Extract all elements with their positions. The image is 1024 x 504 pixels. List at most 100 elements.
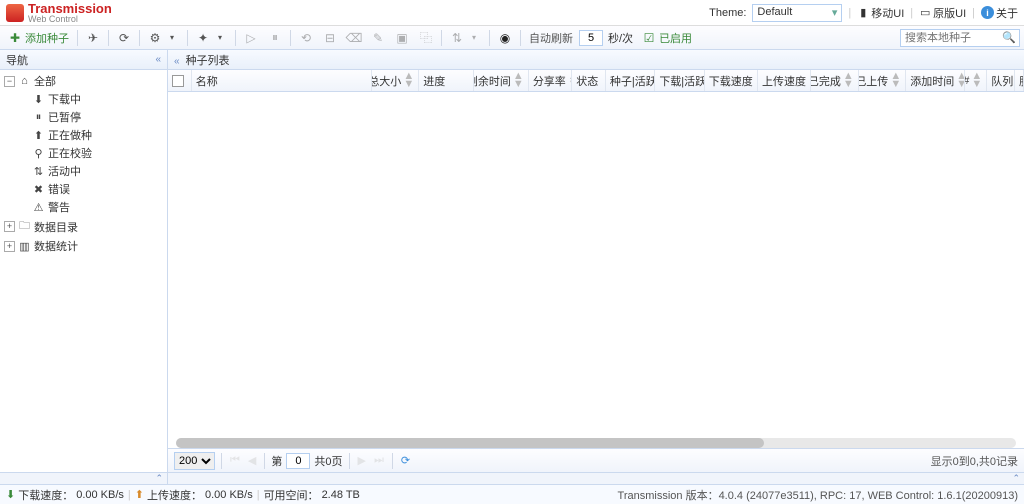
logo-icon [6, 4, 24, 22]
tree-error[interactable]: ✖错误 [0, 180, 167, 198]
tree-downloading[interactable]: ⬇下载中 [0, 90, 167, 108]
page-size-select[interactable]: 200 [174, 452, 215, 470]
grid-body [168, 92, 1024, 448]
grid-title-bar: «种子列表 [168, 50, 1024, 70]
play-icon: ▷ [244, 31, 258, 45]
collapse-left-icon[interactable]: « [174, 56, 180, 67]
home-icon: ⌂ [18, 75, 31, 87]
pause-button[interactable]: ⏸ [264, 29, 286, 47]
col-num[interactable]: #▲▼ [965, 70, 987, 91]
col-peers[interactable]: 下载|活跃 [655, 70, 704, 91]
col-name[interactable]: 名称 [192, 70, 372, 91]
col-server[interactable]: 服务器 [1015, 70, 1024, 91]
expand-icon[interactable]: + [4, 221, 15, 232]
remove-button[interactable]: ⊟ [319, 29, 341, 47]
info-icon: i [981, 6, 994, 19]
mobile-icon: ▮ [857, 7, 869, 19]
collapse-sidebar-icon[interactable]: « [155, 54, 161, 65]
enabled-toggle[interactable]: ☑已启用 [638, 28, 696, 48]
version-info: Transmission 版本：4.0.4 (24077e3511), RPC:… [618, 487, 1018, 503]
sidebar-resize-handle[interactable]: ⌃ [0, 472, 167, 484]
search-box[interactable]: 🔍 [900, 29, 1020, 47]
speed-limit-button[interactable]: ◉ [494, 29, 516, 47]
start-button[interactable]: ✈ [82, 29, 104, 47]
settings-button[interactable]: ⚙▾ [144, 29, 183, 47]
nav-tree: −⌂全部 ⬇下载中 ⏸已暂停 ⬆正在做种 ⚲正在校验 ⇅活动中 ✖错误 ⚠警告 … [0, 70, 167, 472]
expand-icon[interactable]: + [4, 241, 15, 252]
upload-icon: ⬆ [32, 129, 45, 142]
col-ratio[interactable]: 分享率▲▼ [529, 70, 572, 91]
col-queue[interactable]: 队列 [987, 70, 1015, 91]
col-done[interactable]: 已完成▲▼ [811, 70, 858, 91]
sort-icon: ⇅ [450, 31, 464, 45]
col-uploaded[interactable]: 已上传▲▼ [859, 70, 906, 91]
plugin-button[interactable]: ✦▾ [192, 29, 231, 47]
search-icon[interactable]: 🔍 [999, 31, 1019, 44]
tree-data-dir[interactable]: +🗀数据目录 [0, 216, 167, 237]
chart-icon: ▥ [18, 240, 31, 253]
gauge-icon: ◉ [498, 31, 512, 45]
download-icon: ⬇ [32, 93, 45, 106]
col-seeds[interactable]: 种子|活跃 [606, 70, 655, 91]
collapse-icon[interactable]: − [4, 76, 15, 87]
col-progress[interactable]: 进度 [419, 70, 473, 91]
verify-button[interactable]: ⟲ [295, 29, 317, 47]
rename-button[interactable]: ✎ [367, 29, 389, 47]
dl-speed: 0.00 KB/s [76, 489, 124, 501]
next-page-button[interactable]: ▶ [356, 454, 368, 467]
error-icon: ✖ [32, 183, 45, 196]
check-icon: ☑ [642, 31, 656, 45]
copy-button[interactable]: ⿻ [415, 29, 437, 47]
about-link[interactable]: i关于 [981, 5, 1018, 21]
col-added[interactable]: 添加时间▲▼ [906, 70, 965, 91]
prev-page-button[interactable]: ◀ [246, 454, 258, 467]
trash-icon: ⌫ [347, 31, 361, 45]
delete-button[interactable]: ⌫ [343, 29, 365, 47]
col-size[interactable]: 总大小▲▼ [372, 70, 419, 91]
interval-unit: 秒/次 [605, 30, 636, 46]
content-resize-handle[interactable]: ⌃ [168, 472, 1024, 484]
recheck-icon: ⟲ [299, 31, 313, 45]
theme-select[interactable]: Default [752, 4, 842, 22]
pagination: 200 ⏮ ◀ 第 共0页 ▶ ⏭ ⟳ 显示0到0,共0记录 [168, 448, 1024, 472]
select-all-checkbox[interactable] [172, 75, 184, 87]
window-icon: ▭ [919, 7, 931, 19]
search-input[interactable] [901, 32, 999, 44]
mobile-ui-link[interactable]: ▮移动UI [857, 5, 904, 21]
grid-header: 名称 总大小▲▼ 进度 剩余时间▲▼ 分享率▲▼ 状态 种子|活跃 下载|活跃 … [168, 70, 1024, 92]
rocket-icon: ✈ [86, 31, 100, 45]
logo-title: Transmission [28, 2, 112, 15]
reload-button[interactable]: ⟳ [399, 454, 412, 467]
first-page-button[interactable]: ⏮ [228, 454, 242, 467]
last-page-button[interactable]: ⏭ [372, 454, 386, 467]
theme-label: Theme: [709, 7, 746, 19]
refresh-button[interactable]: ⟳ [113, 29, 135, 47]
tree-stats[interactable]: +▥数据统计 [0, 237, 167, 255]
swap-icon: ⇅ [32, 165, 45, 178]
col-ul[interactable]: 上传速度▲▼ [758, 70, 811, 91]
refresh-interval-input[interactable] [579, 30, 603, 46]
page-input[interactable] [286, 453, 310, 469]
play-button[interactable]: ▷ [240, 29, 262, 47]
move-button[interactable]: ▣ [391, 29, 413, 47]
tree-checking[interactable]: ⚲正在校验 [0, 144, 167, 162]
status-bar: ⬇下载速度：0.00 KB/s | ⬆上传速度：0.00 KB/s | 可用空间… [0, 484, 1024, 504]
pause-icon: ⏸ [32, 111, 45, 124]
warning-icon: ⚠ [32, 201, 45, 214]
minus-icon: ⊟ [323, 31, 337, 45]
col-status[interactable]: 状态 [572, 70, 606, 91]
tree-all[interactable]: −⌂全部 [0, 72, 167, 90]
tree-warning[interactable]: ⚠警告 [0, 198, 167, 216]
col-dl[interactable]: 下载速度▲▼ [705, 70, 758, 91]
copy-icon: ⿻ [419, 31, 433, 45]
tree-active[interactable]: ⇅活动中 [0, 162, 167, 180]
add-torrent-button[interactable]: ✚添加种子 [4, 28, 73, 48]
tree-seeding[interactable]: ⬆正在做种 [0, 126, 167, 144]
pause-icon: ⏸ [268, 31, 282, 45]
queue-button[interactable]: ⇅▾ [446, 29, 485, 47]
scrollbar-thumb[interactable] [176, 438, 764, 448]
tree-paused[interactable]: ⏸已暂停 [0, 108, 167, 126]
original-ui-link[interactable]: ▭原版UI [919, 5, 966, 21]
horizontal-scrollbar[interactable] [176, 438, 1016, 448]
col-remaining[interactable]: 剩余时间▲▼ [474, 70, 529, 91]
